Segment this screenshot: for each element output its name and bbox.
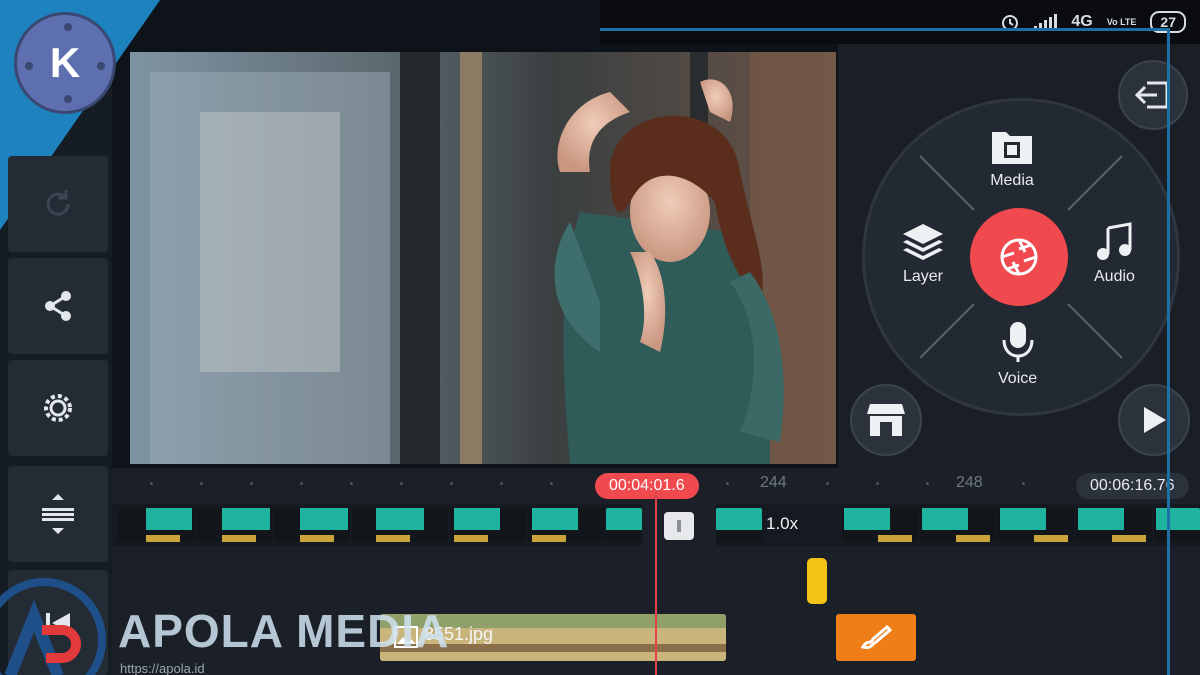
- video-clip[interactable]: [118, 508, 194, 542]
- redo-icon: [46, 190, 70, 216]
- share-icon: [45, 291, 71, 321]
- apola-media-logo: [0, 578, 106, 675]
- kinemaster-logo-letter: K: [49, 39, 81, 86]
- apola-logo-mark: [4, 599, 81, 675]
- settings-button[interactable]: [8, 360, 108, 456]
- timeline-adjust-icon: [42, 494, 74, 534]
- timeline-adjust-button[interactable]: [8, 466, 108, 562]
- video-clip[interactable]: [528, 508, 604, 542]
- watermark-frame: [600, 28, 1170, 675]
- redo-button[interactable]: [8, 156, 108, 252]
- watermark-url: https://apola.id: [120, 661, 205, 675]
- settings-gear-icon: [44, 394, 72, 422]
- share-button[interactable]: [8, 258, 108, 354]
- video-clip[interactable]: [450, 508, 526, 542]
- volte-indicator: Vo LTE: [1106, 16, 1137, 27]
- video-clip[interactable]: [196, 508, 272, 542]
- video-clip[interactable]: [352, 508, 448, 542]
- video-clip[interactable]: [274, 508, 350, 542]
- kinemaster-editor: K 4G Vo LTE 27 Media Layer Audio Voice 2…: [0, 0, 1200, 675]
- watermark-brand: APOLA MEDIA: [118, 605, 450, 657]
- kinemaster-logo: K: [14, 12, 116, 114]
